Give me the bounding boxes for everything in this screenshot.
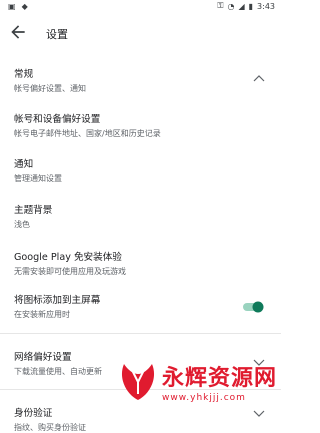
settings-row-instant-apps[interactable]: Google Play 免安装体验 无需安装即可使用应用及玩游戏: [14, 249, 259, 277]
row-subtitle: 帐号偏好设置、通知: [14, 84, 86, 93]
key-icon: ⚿: [217, 1, 224, 10]
row-subtitle: 管理通知设置: [14, 174, 62, 183]
page-title: 设置: [46, 28, 68, 41]
chevron-up-icon[interactable]: [253, 74, 265, 82]
settings-row-add-icon[interactable]: 将图标添加到主屏幕 在安装新应用时: [14, 292, 259, 320]
row-title: 通知: [14, 159, 34, 170]
row-title: 将图标添加到主屏幕: [14, 295, 101, 306]
image-icon: ▣: [8, 2, 16, 11]
status-left: ▣ ◆: [8, 2, 28, 11]
row-title: 帐号和设备偏好设置: [14, 114, 101, 125]
back-arrow-icon[interactable]: [8, 22, 28, 42]
settings-row-account[interactable]: 帐号和设备偏好设置 帐号电子邮件地址、国家/地区和历史记录: [14, 111, 259, 139]
android-icon: ◆: [21, 2, 28, 11]
app-bar: 设置: [0, 14, 281, 52]
status-time: 3:43: [257, 1, 275, 11]
row-title: Google Play 免安装体验: [14, 252, 122, 263]
add-icon-toggle[interactable]: [242, 301, 264, 313]
watermark: 永辉资源网 www.yhkjjj.com: [118, 360, 281, 424]
settings-row-theme[interactable]: 主题背景 浅色: [14, 202, 259, 230]
signal-icon: ◢: [238, 1, 245, 11]
status-right: ⚿ ◔ ◢ ▮ 3:43: [217, 1, 275, 11]
watermark-url: www.yhkjjj.com: [162, 393, 246, 403]
row-title: 主题背景: [14, 205, 53, 216]
divider: [0, 333, 281, 334]
status-bar: ▣ ◆ ⚿ ◔ ◢ ▮ 3:43: [0, 0, 281, 14]
row-subtitle: 浅色: [14, 220, 30, 229]
battery-icon: ▮: [248, 1, 254, 11]
row-title: 常规: [14, 69, 34, 80]
wifi-icon: ◔: [227, 1, 235, 11]
watermark-logo-icon: [121, 364, 155, 400]
settings-row-notifications[interactable]: 通知 管理通知设置: [14, 156, 259, 184]
watermark-title: 永辉资源网: [162, 366, 278, 391]
row-subtitle: 帐号电子邮件地址、国家/地区和历史记录: [14, 129, 161, 138]
row-subtitle: 无需安装即可使用应用及玩游戏: [14, 267, 126, 276]
watermark-text-block: 永辉资源网 www.yhkjjj.com: [162, 360, 277, 403]
settings-row-general[interactable]: 常规 帐号偏好设置、通知: [14, 66, 259, 94]
row-subtitle: 在安装新应用时: [14, 310, 70, 319]
